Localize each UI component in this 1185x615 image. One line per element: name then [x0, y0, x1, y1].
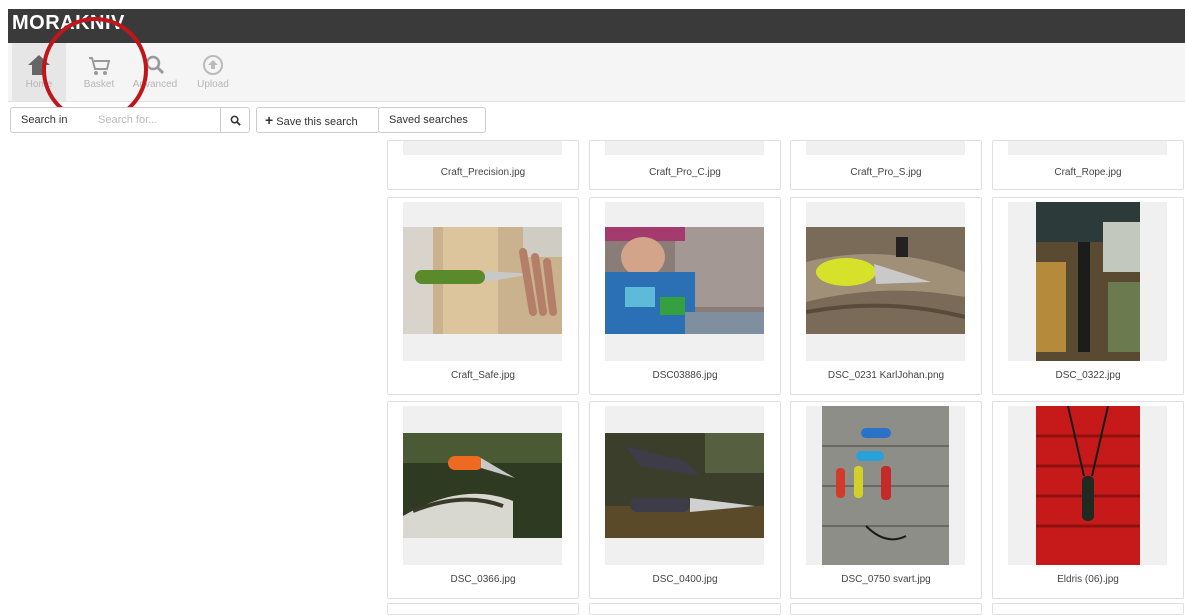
upload-icon	[203, 55, 223, 75]
photo-dsc0231	[806, 227, 965, 334]
search-go-button[interactable]	[220, 107, 250, 133]
gallery-item[interactable]: DSC03886.jpg	[589, 197, 781, 395]
file-name: DSC_0366.jpg	[450, 574, 516, 585]
search-icon	[230, 115, 241, 126]
file-name: DSC_0400.jpg	[652, 574, 718, 585]
thumbnail	[605, 141, 764, 155]
search-in-dropdown[interactable]: Search in	[10, 107, 98, 133]
thumbnail	[605, 202, 764, 361]
photo-dsc03886	[605, 227, 764, 334]
save-search-label: Save this search	[276, 116, 358, 128]
toolbar: Home Basket Advanced Upload	[8, 43, 1185, 102]
file-name: Eldris (06).jpg	[1057, 574, 1119, 585]
gallery-item[interactable]: DSC_0366.jpg	[387, 401, 579, 599]
file-name: DSC_0231 KarlJohan.png	[827, 370, 945, 381]
top-bar: MORAKNIV	[8, 9, 1185, 43]
thumbnail	[806, 202, 965, 361]
gallery-item[interactable]	[387, 603, 579, 615]
gallery-item[interactable]: DSC_0400.jpg	[589, 401, 781, 599]
file-name: Craft_Safe.jpg	[451, 370, 515, 381]
gallery-item[interactable]: Craft_Pro_C.jpg	[589, 140, 781, 190]
photo-dsc0366	[403, 433, 562, 538]
thumbnail	[806, 141, 965, 155]
gallery-item[interactable]: Craft_Pro_S.jpg	[790, 140, 982, 190]
gallery-item[interactable]: DSC_0750 svart.jpg	[790, 401, 982, 599]
photo-dsc0400	[605, 433, 764, 538]
gallery-item[interactable]	[790, 603, 982, 615]
search-input[interactable]	[96, 113, 220, 127]
gallery-item[interactable]: DSC_0322.jpg	[992, 197, 1184, 395]
photo-dsc0322	[1036, 202, 1140, 361]
thumbnail	[806, 406, 965, 565]
file-name: Craft_Pro_S.jpg	[850, 167, 922, 178]
saved-searches-button[interactable]: Saved searches	[378, 107, 486, 133]
gallery-item[interactable]	[992, 603, 1184, 615]
thumbnail	[403, 406, 562, 565]
file-name: Craft_Pro_C.jpg	[649, 167, 721, 178]
thumbnail	[1008, 141, 1167, 155]
gallery-item[interactable]: Craft_Safe.jpg	[387, 197, 579, 395]
file-name: DSC_0322.jpg	[1055, 370, 1121, 381]
save-search-button[interactable]: + Save this search	[256, 107, 380, 133]
thumbnail	[403, 141, 562, 155]
file-name: Craft_Precision.jpg	[440, 167, 526, 178]
gallery-item[interactable]: Eldris (06).jpg	[992, 401, 1184, 599]
file-name: DSC_0750 svart.jpg	[841, 574, 931, 585]
thumbnail	[1008, 406, 1167, 565]
thumbnail	[605, 406, 764, 565]
photo-dsc0750	[822, 406, 949, 565]
plus-icon: +	[265, 112, 274, 128]
gallery-item[interactable]: Craft_Rope.jpg	[992, 140, 1184, 190]
thumbnail	[1008, 202, 1167, 361]
gallery-item[interactable]: DSC_0231 KarlJohan.png	[790, 197, 982, 395]
thumbnail	[403, 202, 562, 361]
gallery-item[interactable]: Craft_Precision.jpg	[387, 140, 579, 190]
photo-eldris	[1036, 406, 1140, 565]
search-field-wrapper	[86, 107, 229, 133]
photo-craft-safe	[403, 227, 562, 334]
file-name: Craft_Rope.jpg	[1054, 167, 1122, 178]
upload-button[interactable]: Upload	[186, 43, 240, 101]
upload-label: Upload	[197, 79, 229, 90]
file-name: DSC03886.jpg	[652, 370, 718, 381]
gallery-item[interactable]	[589, 603, 781, 615]
